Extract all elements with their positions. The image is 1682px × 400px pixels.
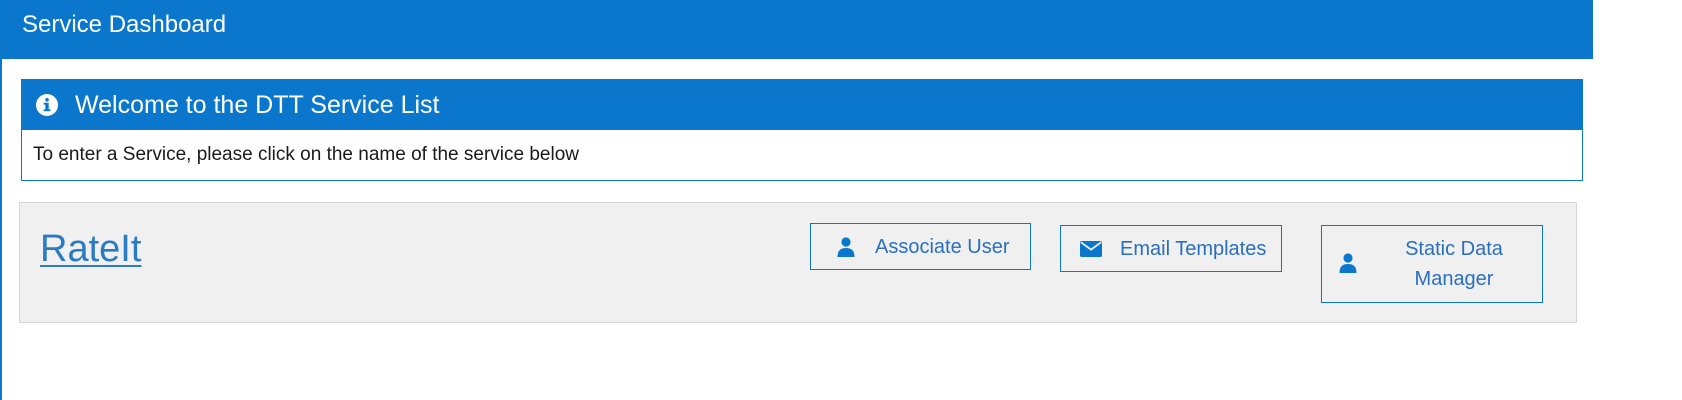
welcome-panel-body: To enter a Service, please click on the …: [33, 144, 580, 165]
page: Service Dashboard Welcome to the DTT Ser…: [0, 0, 1682, 400]
envelope-icon: [1080, 241, 1102, 257]
email-templates-label: Email Templates: [1120, 238, 1267, 260]
service-link-rateit[interactable]: RateIt: [40, 227, 141, 271]
top-header-bar: Service Dashboard: [2, 0, 1593, 59]
welcome-panel-title: Welcome to the DTT Service List: [75, 91, 440, 119]
static-data-manager-button[interactable]: Static Data Manager: [1321, 225, 1543, 303]
user-icon: [837, 237, 855, 257]
user-icon: [1339, 253, 1357, 273]
associate-user-button[interactable]: Associate User: [810, 223, 1031, 270]
info-circle-icon: [36, 94, 58, 116]
welcome-panel-heading: Welcome to the DTT Service List: [22, 80, 1582, 130]
associate-user-label: Associate User: [875, 236, 1010, 258]
static-data-manager-label: Static Data Manager: [1405, 238, 1503, 290]
email-templates-button[interactable]: Email Templates: [1060, 225, 1282, 272]
service-row: RateIt Associate User Email Templates St…: [19, 202, 1577, 323]
page-title: Service Dashboard: [22, 11, 227, 38]
welcome-panel: Welcome to the DTT Service List To enter…: [21, 79, 1583, 181]
